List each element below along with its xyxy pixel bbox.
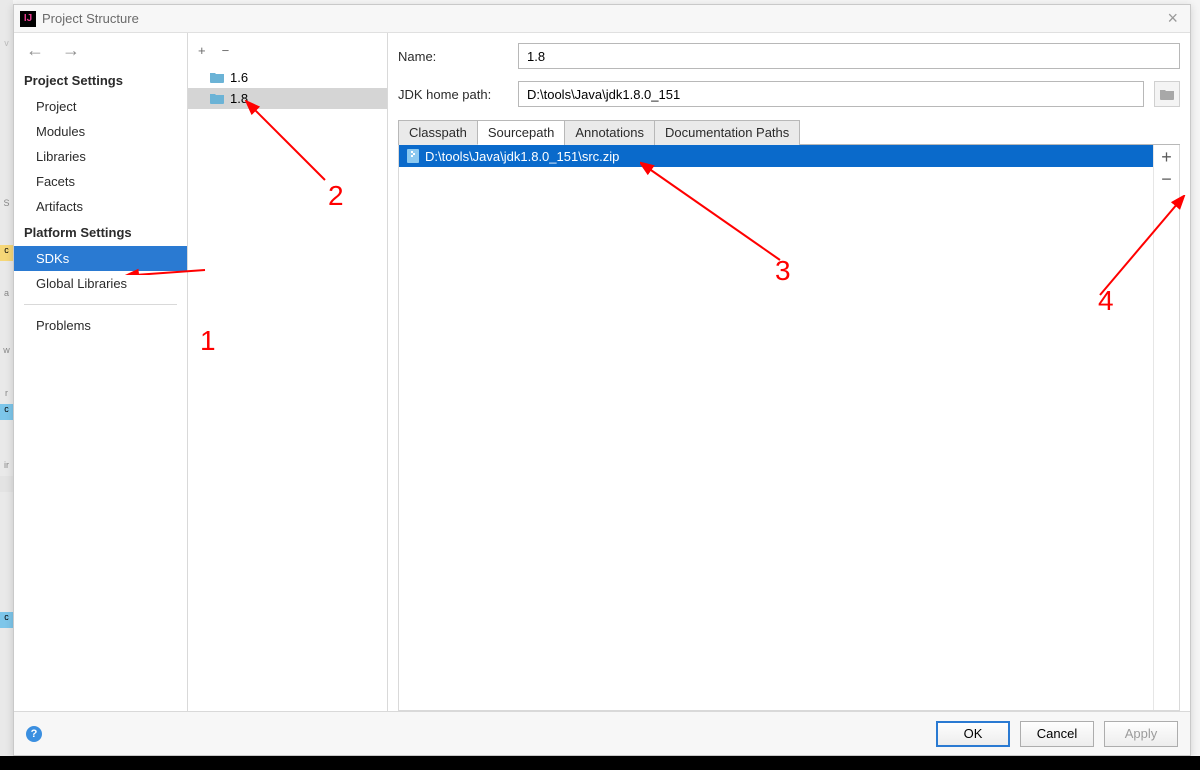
project-settings-heading: Project Settings [14,67,187,94]
window-title: Project Structure [42,11,1161,26]
name-input[interactable] [518,43,1180,69]
sdk-list: 1.6 1.8 [188,67,387,711]
remove-path-icon[interactable]: − [1161,171,1172,187]
cancel-button[interactable]: Cancel [1020,721,1094,747]
sidebar-item-sdks[interactable]: SDKs [14,246,187,271]
sidebar-item-artifacts[interactable]: Artifacts [14,194,187,219]
apply-button[interactable]: Apply [1104,721,1178,747]
sdk-toolbar: + − [188,33,387,67]
nav-forward-icon[interactable]: → [62,40,80,61]
nav-back-icon[interactable]: ← [26,40,44,61]
app-icon: IJ [20,11,36,27]
sidebar-divider [24,304,177,305]
taskbar [0,756,1200,770]
folder-open-icon [1160,89,1174,100]
left-gutter: v S c a w r c ir c [0,0,13,770]
home-path-input[interactable] [518,81,1144,107]
tab-sourcepath[interactable]: Sourcepath [477,120,566,145]
add-path-icon[interactable]: + [1161,149,1172,165]
browse-button[interactable] [1154,81,1180,107]
tab-classpath[interactable]: Classpath [398,120,478,145]
tab-documentation-paths[interactable]: Documentation Paths [654,120,800,145]
sdk-item-1-6[interactable]: 1.6 [188,67,387,88]
sdk-item-label: 1.8 [230,91,248,106]
sidebar-item-global-libraries[interactable]: Global Libraries [14,271,187,296]
sidebar-item-modules[interactable]: Modules [14,119,187,144]
sidebar-item-problems[interactable]: Problems [14,313,187,338]
folder-icon [210,72,224,83]
tab-annotations[interactable]: Annotations [564,120,655,145]
folder-icon [210,93,224,104]
add-sdk-icon[interactable]: + [198,43,206,58]
name-label: Name: [398,49,508,64]
list-buttons: + − [1153,145,1179,710]
platform-settings-heading: Platform Settings [14,219,187,246]
ok-button[interactable]: OK [936,721,1010,747]
home-path-label: JDK home path: [398,87,508,102]
dialog-footer: ? OK Cancel Apply [14,711,1190,755]
sourcepath-value: D:\tools\Java\jdk1.8.0_151\src.zip [425,149,619,164]
tabs: Classpath Sourcepath Annotations Documen… [398,119,1180,145]
nav-arrows: ← → [14,33,187,67]
project-structure-window: IJ Project Structure × ← → Project Setti… [13,4,1191,756]
archive-icon [407,149,419,163]
remove-sdk-icon[interactable]: − [222,43,230,58]
sidebar-item-libraries[interactable]: Libraries [14,144,187,169]
sourcepath-row[interactable]: D:\tools\Java\jdk1.8.0_151\src.zip [399,145,1153,167]
sdk-item-1-8[interactable]: 1.8 [188,88,387,109]
help-icon[interactable]: ? [26,726,42,742]
sdk-item-label: 1.6 [230,70,248,85]
close-icon[interactable]: × [1161,8,1184,29]
sidebar-item-project[interactable]: Project [14,94,187,119]
sdk-list-panel: + − 1.6 1.8 [188,33,388,711]
sidebar: ← → Project Settings Project Modules Lib… [14,33,188,711]
titlebar: IJ Project Structure × [14,5,1190,33]
sidebar-item-facets[interactable]: Facets [14,169,187,194]
sourcepath-list[interactable]: D:\tools\Java\jdk1.8.0_151\src.zip [399,145,1153,710]
sourcepath-content: D:\tools\Java\jdk1.8.0_151\src.zip + − [398,145,1180,711]
main-panel: Name: JDK home path: Classpath Sourcepat… [388,33,1190,711]
